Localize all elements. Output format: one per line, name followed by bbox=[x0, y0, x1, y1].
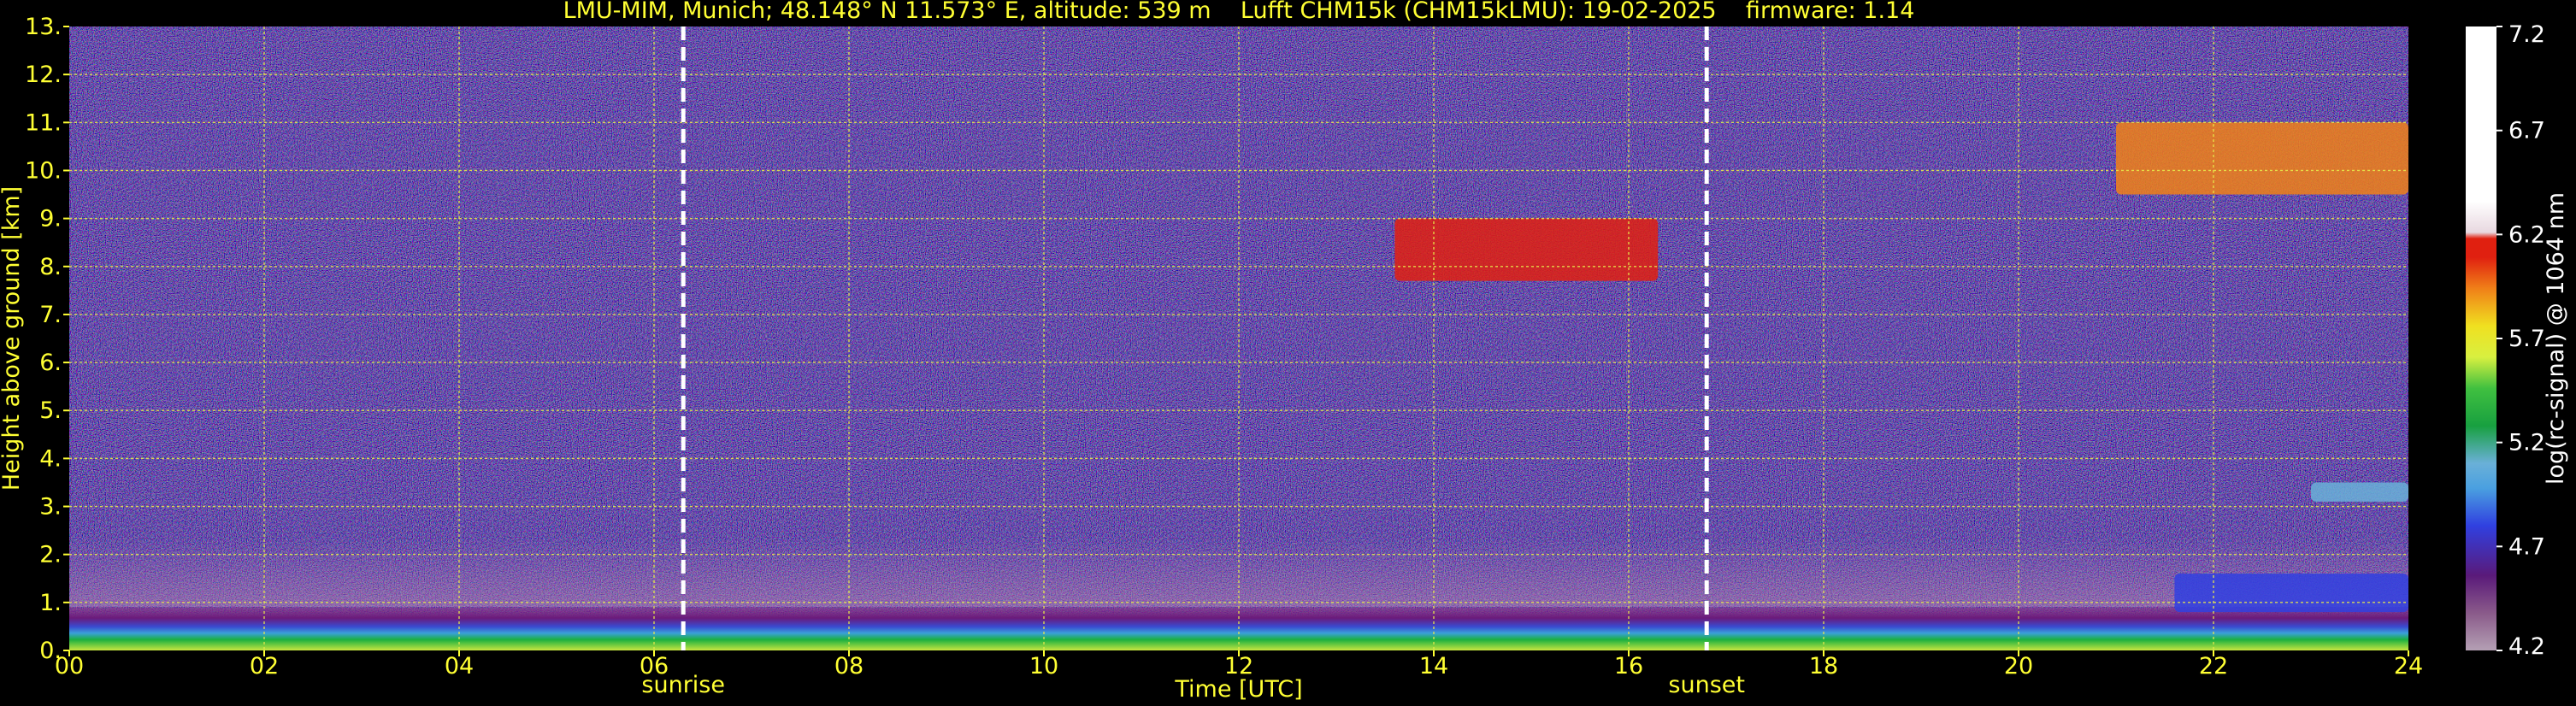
colorbar-tick-label: 4.7 bbox=[2508, 533, 2545, 560]
y-tick-label: 11. bbox=[25, 109, 62, 136]
y-tick-label: 8. bbox=[39, 254, 62, 280]
colorbar-tick-label: 6.7 bbox=[2508, 118, 2545, 144]
y-tick-label: 3. bbox=[39, 494, 62, 521]
y-tick-label: 7. bbox=[39, 302, 62, 328]
chart-title: LMU-MIM, Munich; 48.148° N 11.573° E, al… bbox=[563, 0, 1915, 24]
x-tick-label: 20 bbox=[2004, 653, 2033, 680]
x-tick-label: 14 bbox=[1419, 653, 1448, 680]
y-axis-label: Height above ground [km] bbox=[0, 186, 25, 491]
signal-feature bbox=[2116, 122, 2408, 195]
y-tick-label: 6. bbox=[39, 350, 62, 376]
x-axis-label: Time [UTC] bbox=[1174, 676, 1302, 703]
x-tick-label: 24 bbox=[2394, 653, 2423, 680]
y-tick-label: 4. bbox=[39, 445, 62, 472]
colorbar-tick-label: 4.2 bbox=[2508, 633, 2545, 660]
y-tick-label: 1. bbox=[39, 590, 62, 616]
colorbar-tick-label: 7.2 bbox=[2508, 21, 2545, 48]
y-tick-label: 13. bbox=[25, 14, 62, 40]
x-tick-label: 22 bbox=[2199, 653, 2228, 680]
plot-area bbox=[69, 26, 2408, 650]
y-tick-label: 12. bbox=[25, 62, 62, 88]
colorbar-label: log(rc-signal) @ 1064 nm bbox=[2543, 192, 2569, 485]
y-tick-label: 9. bbox=[39, 206, 62, 232]
x-tick-label: 18 bbox=[1809, 653, 1838, 680]
sunset-label: sunset bbox=[1668, 672, 1745, 698]
colorbar-tick-label: 6.2 bbox=[2508, 221, 2545, 248]
colorbar-tick-label: 5.7 bbox=[2508, 326, 2545, 352]
sunrise-label: sunrise bbox=[641, 672, 725, 698]
x-tick-label: 10 bbox=[1029, 653, 1058, 680]
x-tick-label: 08 bbox=[834, 653, 864, 680]
y-tick-label: 5. bbox=[39, 397, 62, 424]
ceilometer-chart: 00 02 04 06 08 10 12 14 16 18 20 22 24sunrise sunset0… bbox=[0, 0, 2569, 703]
signal-feature bbox=[2174, 574, 2408, 613]
x-tick-label: 04 bbox=[445, 653, 474, 680]
signal-feature bbox=[2311, 482, 2408, 502]
x-tick-label: 16 bbox=[1614, 653, 1643, 680]
y-tick-label: 2. bbox=[39, 542, 62, 568]
x-tick-label: 02 bbox=[250, 653, 279, 680]
colorbar-tick-label: 5.2 bbox=[2508, 430, 2545, 456]
colorbar-gradient bbox=[2466, 26, 2496, 650]
y-tick-label: 10. bbox=[25, 157, 62, 184]
y-tick-label: 0. bbox=[39, 638, 62, 664]
